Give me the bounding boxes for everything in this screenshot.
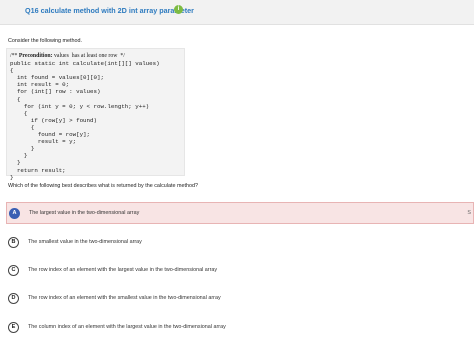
code-listing: /** Precondition: values has at least on… (10, 52, 160, 181)
code-line: return result; (10, 166, 66, 174)
code-comment-start: /** (10, 53, 19, 59)
choice-c-badge[interactable]: C (8, 265, 19, 276)
info-circle-icon[interactable]: i (174, 5, 183, 14)
choice-e-badge[interactable]: E (8, 322, 19, 333)
choice-a[interactable]: A The largest value in the two-dimension… (6, 202, 474, 224)
choice-a-badge[interactable]: A (9, 208, 20, 219)
code-precondition-keyword: Precondition: (18, 53, 53, 59)
code-line: if (row[y] > found) (10, 116, 97, 124)
code-line: } (10, 173, 14, 181)
choice-d[interactable]: D The row index of an element with the s… (0, 287, 474, 309)
choice-a-edge-mark: S (467, 210, 471, 216)
choice-b[interactable]: B The smallest value in the two-dimensio… (0, 231, 474, 253)
choice-e[interactable]: E The column index of an element with th… (0, 316, 474, 338)
choice-d-badge[interactable]: D (8, 293, 19, 304)
code-comment-rest: values has at least one row */ (52, 53, 125, 59)
prompt-text: Consider the following method. (8, 38, 83, 44)
choice-a-text[interactable]: The largest value in the two-dimensional… (29, 210, 139, 216)
code-line: { (10, 67, 14, 75)
choice-d-text[interactable]: The row index of an element with the sma… (28, 295, 221, 301)
code-line: { (10, 95, 21, 103)
code-line: } (10, 145, 35, 153)
choice-c-text[interactable]: The row index of an element with the lar… (28, 267, 217, 273)
code-line: result = y; (10, 138, 77, 146)
question-header: Q16 calculate method with 2D int array p… (0, 0, 474, 25)
choice-b-badge[interactable]: B (8, 237, 19, 248)
code-line: for (int y = 0; y < row.length; y++) (10, 102, 150, 110)
code-line: public static int calculate(int[][] valu… (10, 60, 160, 68)
code-line: int found = values[0][0]; (10, 74, 104, 82)
code-line: int result = 0; (10, 81, 70, 89)
question-text: Which of the following best describes wh… (8, 183, 198, 189)
code-line: found = row[y]; (10, 131, 91, 139)
choice-e-text[interactable]: The column index of an element with the … (28, 324, 226, 330)
code-line: } (10, 159, 21, 167)
choice-c[interactable]: C The row index of an element with the l… (0, 259, 474, 281)
code-line: } (10, 152, 28, 160)
choice-b-text[interactable]: The smallest value in the two-dimensiona… (28, 239, 142, 245)
code-line: for (int[] row : values) (10, 88, 101, 96)
code-line: { (10, 123, 35, 131)
code-line: { (10, 109, 28, 117)
question-title: Q16 calculate method with 2D int array p… (25, 6, 194, 15)
